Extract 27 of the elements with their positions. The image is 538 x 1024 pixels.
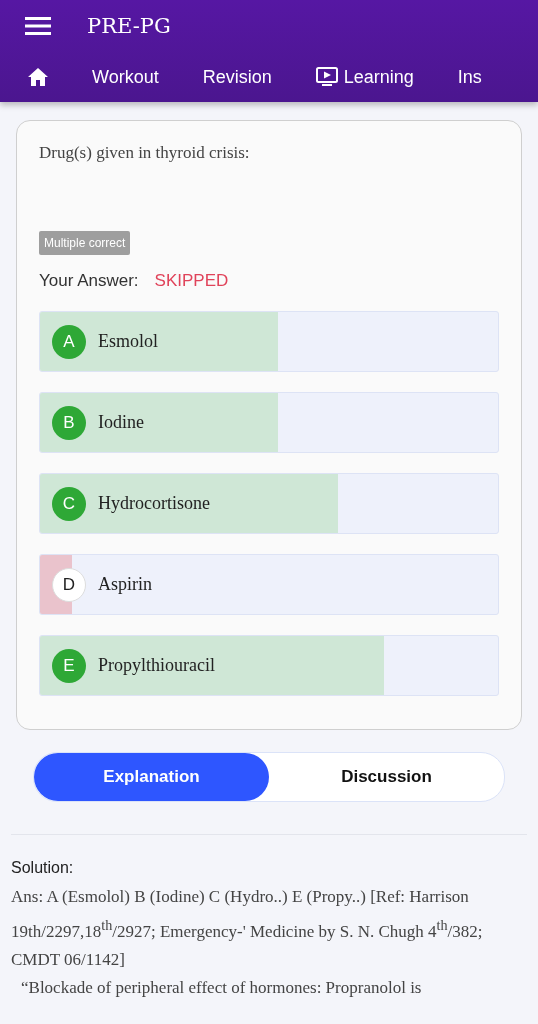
nav-tab[interactable]: Workout — [92, 62, 159, 92]
option-bar[interactable]: A Esmolol — [39, 311, 499, 372]
option-text: Aspirin — [98, 574, 152, 595]
option-bar[interactable]: C Hydrocortisone — [39, 473, 499, 534]
option-text: Iodine — [98, 412, 144, 433]
video-icon — [315, 67, 338, 87]
option-bar[interactable]: B Iodine — [39, 392, 499, 453]
option-bar[interactable]: E Propylthiouracil — [39, 635, 499, 696]
answer-status: SKIPPED — [154, 271, 229, 291]
answer-label: Your Answer: — [39, 271, 139, 291]
solution-text: Ans: A (Esmolol) B (Iodine) C (Hydro..) E (Propy..) [Ref: Harrison 19th/2297,18$^{th}$/2927; Emergency-' Medicine by S. N. Chugh 4$^{th}$/382; CMDT 06/1142] — [11, 886, 484, 971]
home-icon — [28, 68, 48, 86]
option-text: Esmolol — [98, 331, 158, 352]
option-bar[interactable]: D Aspirin — [39, 554, 499, 615]
nav-tab[interactable]: Ins — [457, 62, 482, 92]
app-title: PRE-PG — [87, 14, 171, 38]
question-type-badge: Multiple correct — [39, 231, 131, 255]
solution-text: “Blockade of peripheral effect of hormones: Propranolol is — [20, 976, 423, 999]
segment-tab[interactable]: Discussion — [269, 753, 504, 801]
nav-tab[interactable]: Learning — [315, 62, 414, 92]
question-text: Drug(s) given in thyroid crisis: — [39, 143, 251, 163]
solution-heading: Solution: — [11, 859, 75, 877]
menu-icon[interactable] — [25, 17, 51, 35]
option-text: Hydrocortisone — [98, 493, 210, 514]
segment-tab[interactable]: Explanation — [34, 753, 269, 801]
option-text: Propylthiouracil — [98, 655, 215, 676]
nav-tab[interactable]: Revision — [202, 62, 272, 92]
